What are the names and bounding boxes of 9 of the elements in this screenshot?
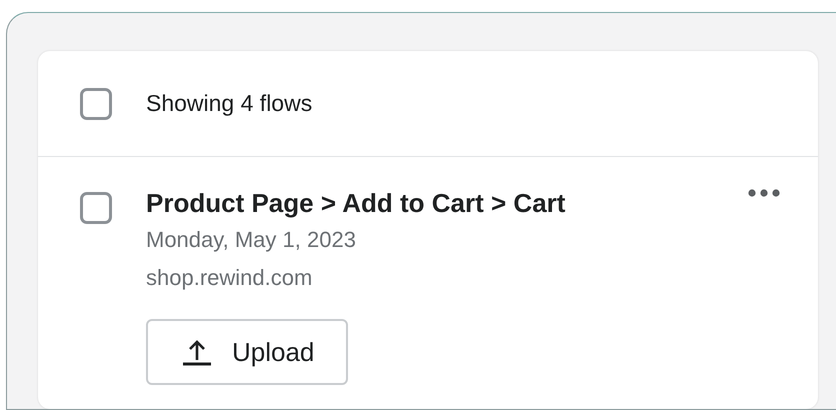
flow-domain: shop.rewind.com (146, 264, 314, 292)
upload-button[interactable]: Upload (146, 319, 348, 385)
upload-icon (182, 338, 212, 366)
flow-date: Monday, May 1, 2023 (146, 226, 357, 254)
flow-title: Product Page > Add to Cart > Cart (146, 187, 566, 220)
checkbox[interactable] (80, 88, 112, 120)
checkbox[interactable] (80, 192, 112, 224)
more-icon[interactable] (748, 189, 780, 197)
flow-count: Showing 4 flows (146, 90, 312, 117)
